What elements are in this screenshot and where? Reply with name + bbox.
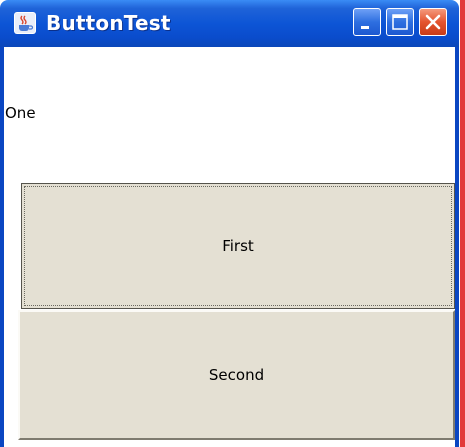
minimize-button[interactable] bbox=[353, 8, 381, 36]
second-button[interactable]: Second bbox=[18, 310, 455, 440]
second-button-label: Second bbox=[208, 366, 265, 384]
label-one: One bbox=[5, 104, 36, 122]
background-window-edge bbox=[460, 0, 465, 447]
title-bar[interactable]: ButtonTest bbox=[0, 0, 459, 47]
close-button[interactable] bbox=[419, 8, 447, 36]
maximize-icon bbox=[392, 14, 408, 30]
java-cup-icon[interactable] bbox=[14, 12, 36, 34]
maximize-button[interactable] bbox=[386, 8, 414, 36]
close-icon bbox=[425, 14, 441, 30]
window-title: ButtonTest bbox=[46, 11, 171, 35]
content-pane: One First Second bbox=[4, 47, 455, 447]
application-window: ButtonTest One First Second bbox=[0, 0, 459, 447]
first-button[interactable]: First bbox=[21, 183, 455, 309]
minimize-icon bbox=[361, 26, 369, 29]
first-button-label: First bbox=[222, 237, 254, 255]
